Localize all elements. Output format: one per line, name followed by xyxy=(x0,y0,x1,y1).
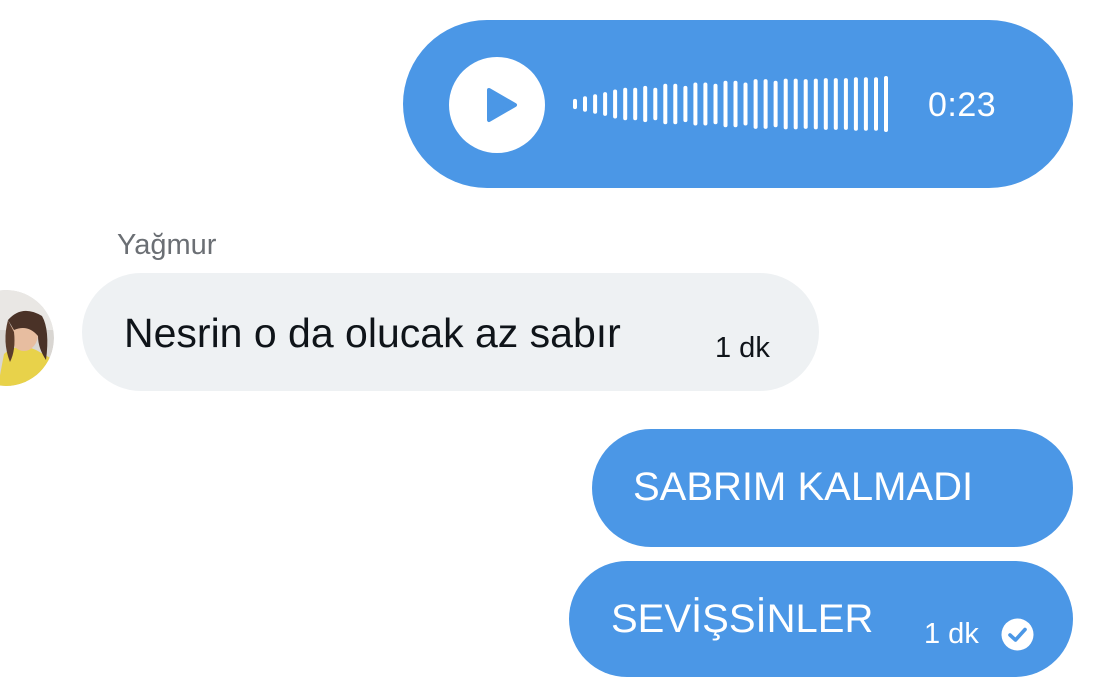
outgoing-message-text: SEVİŞSİNLER xyxy=(611,597,874,641)
incoming-message-time: 1 dk xyxy=(715,332,770,364)
sender-name: Yağmur xyxy=(117,229,217,261)
outgoing-message-time: 1 dk xyxy=(924,618,979,650)
outgoing-message-text: SABRIM KALMADI xyxy=(633,465,974,509)
incoming-message-text: Nesrin o da olucak az sabır xyxy=(124,310,621,356)
avatar-photo xyxy=(0,290,54,386)
avatar[interactable] xyxy=(0,290,54,386)
voice-duration: 0:23 xyxy=(928,86,997,124)
read-check-icon xyxy=(1001,618,1034,651)
